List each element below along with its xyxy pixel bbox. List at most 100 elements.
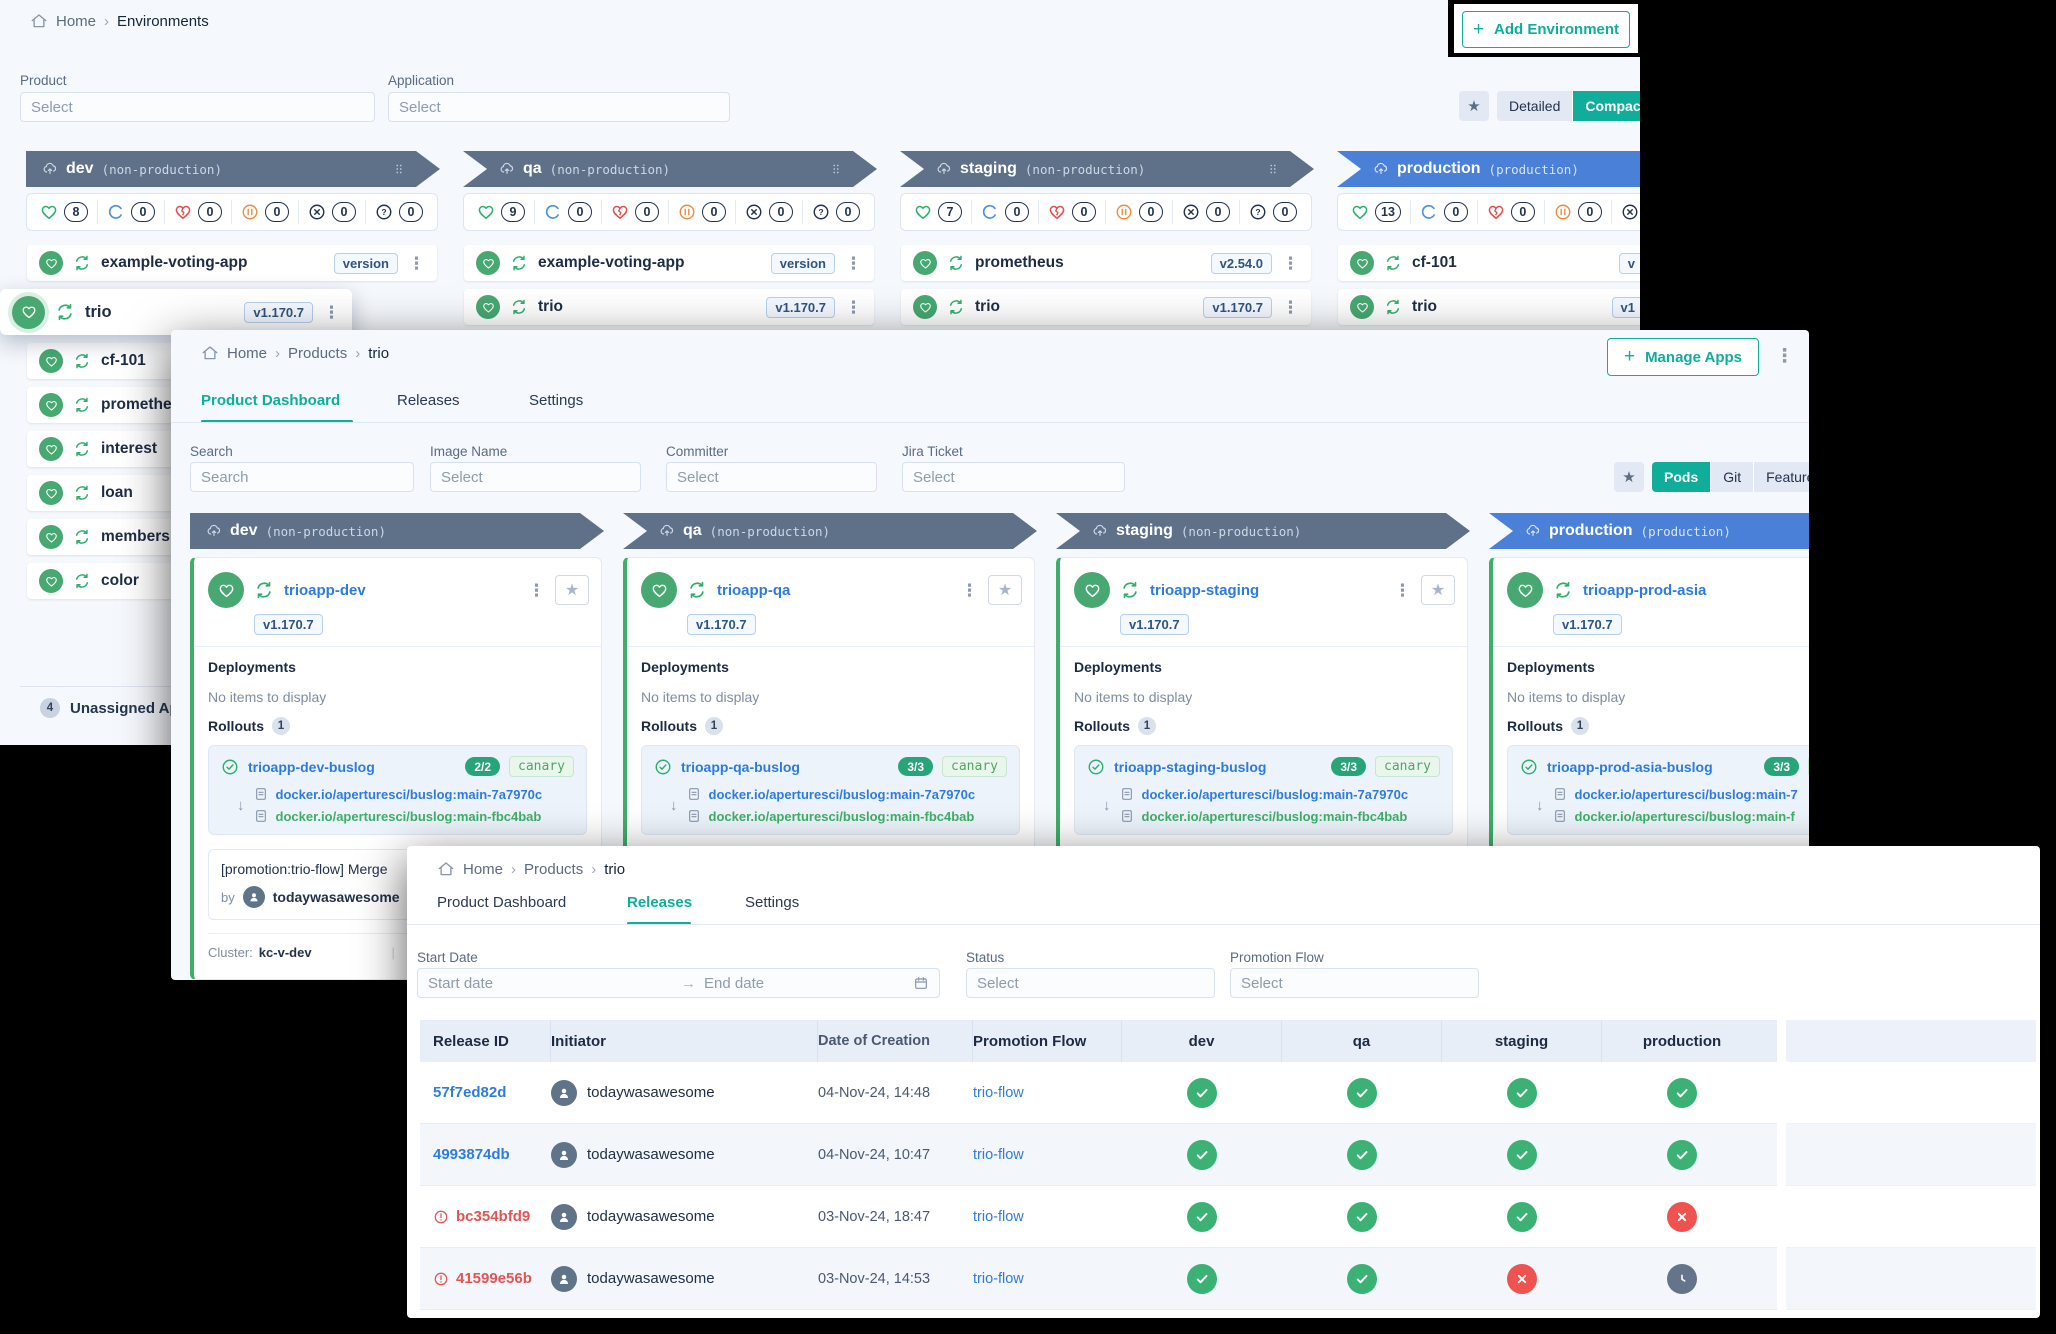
app-link[interactable]: trioapp-dev bbox=[284, 582, 366, 599]
header-initiator[interactable]: Initiator bbox=[551, 1020, 818, 1062]
drag-handle-icon[interactable] bbox=[392, 162, 406, 176]
tab-releases[interactable]: Releases bbox=[627, 894, 692, 911]
release-id-link[interactable]: 41599e56b bbox=[456, 1270, 532, 1287]
release-row[interactable]: 41599e56b todaywasawesome 03-Nov-24, 14:… bbox=[420, 1248, 1777, 1310]
add-environment-button[interactable]: + Add Environment bbox=[1462, 11, 1630, 48]
promotion-flow-link[interactable]: trio-flow bbox=[973, 1271, 1024, 1287]
app-row[interactable]: trio v1.170.7 ⋮ bbox=[464, 289, 874, 325]
kebab-icon[interactable]: ⋮ bbox=[408, 255, 425, 272]
header-flow[interactable]: Promotion Flow bbox=[973, 1020, 1122, 1062]
kebab-icon[interactable]: ⋮ bbox=[961, 582, 978, 599]
stat-suspended[interactable]: 0 bbox=[1544, 200, 1611, 224]
header-staging[interactable]: staging bbox=[1442, 1020, 1602, 1062]
date-range-input[interactable]: Start date → End date bbox=[417, 968, 940, 998]
tab-releases[interactable]: Releases bbox=[397, 392, 460, 409]
kebab-icon[interactable]: ⋮ bbox=[845, 299, 862, 316]
env-header-staging[interactable]: staging (non-production) bbox=[1056, 513, 1470, 549]
promotion-flow-link[interactable]: trio-flow bbox=[973, 1209, 1024, 1225]
view-compact-option[interactable]: Compact bbox=[1572, 91, 1640, 121]
kebab-icon[interactable]: ⋮ bbox=[528, 582, 545, 599]
stat-missing[interactable]: 0 bbox=[298, 200, 365, 224]
stat-suspended[interactable]: 0 bbox=[1105, 200, 1172, 224]
env-header-staging[interactable]: staging (non-production) bbox=[900, 151, 1314, 187]
kebab-icon[interactable]: ⋮ bbox=[1282, 299, 1299, 316]
app-row[interactable]: cf-101 v ⋮ bbox=[1338, 245, 1640, 281]
stat-healthy[interactable]: 9 bbox=[468, 200, 534, 224]
home-icon[interactable] bbox=[201, 344, 219, 362]
search-input[interactable] bbox=[190, 462, 414, 492]
env-header-production[interactable]: production (production) bbox=[1489, 513, 1809, 549]
stat-progressing[interactable]: 0 bbox=[534, 200, 601, 224]
app-link[interactable]: trioapp-qa bbox=[717, 582, 790, 599]
stat-progressing[interactable]: 0 bbox=[971, 200, 1038, 224]
favorites-filter-button[interactable]: ★ bbox=[1614, 462, 1644, 492]
tab-settings[interactable]: Settings bbox=[745, 894, 799, 911]
breadcrumb-products[interactable]: Products bbox=[524, 861, 583, 878]
app-row[interactable]: trio v1.170.7 ⋮ bbox=[901, 289, 1311, 325]
image-name-select[interactable] bbox=[430, 462, 641, 492]
favorite-star-button[interactable]: ★ bbox=[555, 575, 589, 605]
stat-unknown[interactable]: 0 bbox=[365, 200, 432, 224]
rollout-link[interactable]: trioapp-qa-buslog bbox=[681, 759, 800, 775]
header-production[interactable]: production bbox=[1602, 1020, 1762, 1062]
kebab-icon[interactable]: ⋮ bbox=[323, 304, 340, 321]
env-header-dev[interactable]: dev (non-production) bbox=[26, 151, 440, 187]
app-link[interactable]: trioapp-staging bbox=[1150, 582, 1259, 599]
status-select[interactable] bbox=[966, 968, 1215, 998]
header-release-id[interactable]: Release ID bbox=[420, 1020, 551, 1062]
app-row-trio-hover[interactable]: trio v1.170.7 ⋮ bbox=[0, 289, 352, 335]
app-row[interactable]: example-voting-app version ⋮ bbox=[27, 245, 437, 281]
kebab-icon[interactable]: ⋮ bbox=[845, 255, 862, 272]
rollout-link[interactable]: trioapp-dev-buslog bbox=[248, 759, 375, 775]
favorite-star-button[interactable]: ★ bbox=[1421, 575, 1455, 605]
stat-missing[interactable]: 0 bbox=[735, 200, 802, 224]
env-header-dev[interactable]: dev (non-production) bbox=[190, 513, 604, 549]
stat-healthy[interactable]: 8 bbox=[31, 200, 97, 224]
header-qa[interactable]: qa bbox=[1282, 1020, 1442, 1062]
stat-degraded[interactable]: 0 bbox=[1038, 200, 1105, 224]
stat-degraded[interactable]: 0 bbox=[1477, 200, 1544, 224]
favorites-filter-button[interactable]: ★ bbox=[1459, 91, 1489, 121]
jira-ticket-select[interactable] bbox=[902, 462, 1125, 492]
stat-healthy[interactable]: 13 bbox=[1342, 200, 1410, 224]
view-detailed-option[interactable]: Detailed bbox=[1497, 91, 1572, 121]
manage-apps-button[interactable]: + Manage Apps bbox=[1607, 338, 1759, 376]
breadcrumb-home[interactable]: Home bbox=[56, 13, 96, 30]
breadcrumb-home[interactable]: Home bbox=[463, 861, 503, 878]
app-row[interactable]: prometheus v2.54.0 ⋮ bbox=[901, 245, 1311, 281]
stat-degraded[interactable]: 0 bbox=[164, 200, 231, 224]
app-row[interactable]: example-voting-app version ⋮ bbox=[464, 245, 874, 281]
breadcrumb-home[interactable]: Home bbox=[227, 345, 267, 362]
tab-settings[interactable]: Settings bbox=[529, 392, 583, 409]
favorite-star-button[interactable]: ★ bbox=[988, 575, 1022, 605]
env-header-qa[interactable]: qa (non-production) bbox=[623, 513, 1037, 549]
stat-unknown[interactable]: 0 bbox=[1239, 200, 1306, 224]
view-pods-option[interactable]: Pods bbox=[1652, 462, 1710, 492]
rollout-link[interactable]: trioapp-staging-buslog bbox=[1114, 759, 1266, 775]
drag-handle-icon[interactable] bbox=[829, 162, 843, 176]
rollout-link[interactable]: trioapp-prod-asia-buslog bbox=[1547, 759, 1713, 775]
kebab-icon[interactable]: ⋮ bbox=[1394, 582, 1411, 599]
app-link[interactable]: trioapp-prod-asia bbox=[1583, 582, 1706, 599]
release-row[interactable]: 57f7ed82d todaywasawesome 04-Nov-24, 14:… bbox=[420, 1062, 1777, 1124]
tab-product-dashboard[interactable]: Product Dashboard bbox=[201, 392, 340, 409]
kebab-icon[interactable]: ⋮ bbox=[1282, 255, 1299, 272]
application-filter-select[interactable] bbox=[388, 92, 730, 122]
release-row[interactable]: 4993874db todaywasawesome 04-Nov-24, 10:… bbox=[420, 1124, 1777, 1186]
stat-progressing[interactable]: 0 bbox=[1410, 200, 1477, 224]
stat-degraded[interactable]: 0 bbox=[601, 200, 668, 224]
release-id-link[interactable]: 4993874db bbox=[433, 1146, 510, 1163]
stat-suspended[interactable]: 0 bbox=[668, 200, 735, 224]
header-date[interactable]: Date of Creation bbox=[818, 1020, 973, 1062]
release-id-link[interactable]: bc354bfd9 bbox=[456, 1208, 530, 1225]
view-features-option[interactable]: Features bbox=[1753, 462, 1809, 492]
window-kebab-icon[interactable]: ⋮ bbox=[1775, 347, 1794, 366]
promotion-flow-select[interactable] bbox=[1230, 968, 1479, 998]
header-dev[interactable]: dev bbox=[1122, 1020, 1282, 1062]
tab-product-dashboard[interactable]: Product Dashboard bbox=[437, 894, 566, 911]
calendar-icon[interactable] bbox=[913, 975, 929, 991]
stat-healthy[interactable]: 7 bbox=[905, 200, 971, 224]
env-header-qa[interactable]: qa (non-production) bbox=[463, 151, 877, 187]
stat-missing[interactable]: 0 bbox=[1172, 200, 1239, 224]
drag-handle-icon[interactable] bbox=[1266, 162, 1280, 176]
